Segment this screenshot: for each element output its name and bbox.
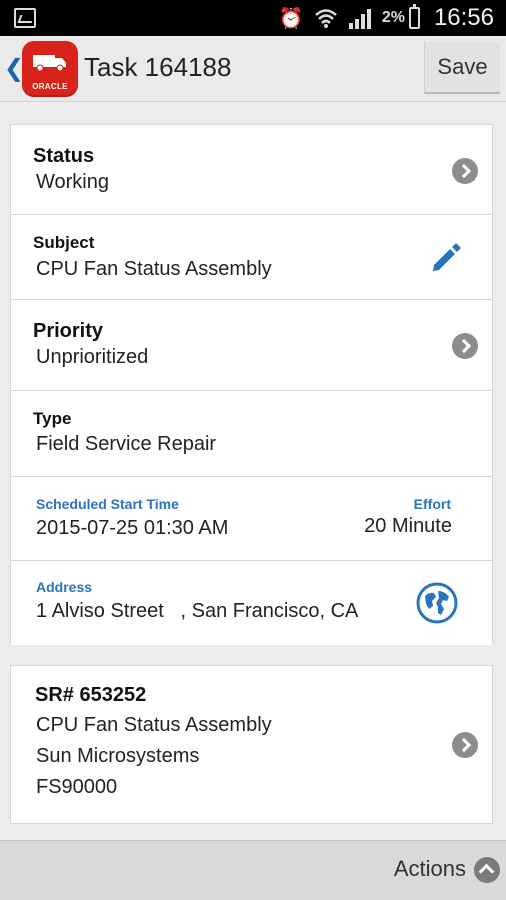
battery-percent: 2% bbox=[381, 9, 405, 26]
app-header: ❮ ORACLE Task 164188 Save bbox=[0, 36, 506, 102]
image-icon bbox=[14, 8, 36, 28]
oracle-app-logo[interactable]: ORACLE bbox=[22, 41, 78, 97]
chevron-right-icon[interactable] bbox=[452, 333, 478, 359]
globe-icon[interactable] bbox=[416, 582, 458, 624]
subject-label: Subject bbox=[33, 233, 95, 252]
priority-row[interactable]: Priority Unprioritized bbox=[11, 300, 492, 391]
chevron-right-icon[interactable] bbox=[452, 732, 478, 758]
address-row[interactable]: Address 1 Alviso Street , San Francisco,… bbox=[11, 561, 492, 645]
subject-row[interactable]: Subject CPU Fan Status Assembly bbox=[11, 215, 492, 300]
battery-icon bbox=[408, 4, 420, 29]
sr-subject: CPU Fan Status Assembly bbox=[36, 714, 272, 736]
status-label: Status bbox=[33, 145, 95, 167]
subject-value: CPU Fan Status Assembly bbox=[36, 258, 272, 280]
status-row[interactable]: Status Working bbox=[11, 125, 492, 215]
actions-label[interactable]: Actions bbox=[394, 856, 466, 882]
pencil-icon[interactable] bbox=[428, 241, 462, 275]
save-button[interactable]: Save bbox=[424, 42, 500, 94]
scheduled-start-value: 2015-07-25 01:30 AM bbox=[36, 517, 229, 539]
address-label: Address bbox=[36, 579, 93, 595]
priority-label: Priority bbox=[33, 320, 104, 342]
actions-bar[interactable]: Actions bbox=[0, 840, 506, 900]
chevron-right-icon[interactable] bbox=[452, 158, 478, 184]
status-bar: ⏰ 2% 16:56 bbox=[0, 0, 506, 36]
status-value: Working bbox=[36, 171, 109, 193]
sr-company: Sun Microsystems bbox=[36, 745, 200, 767]
address-value: 1 Alviso Street , San Francisco, CA bbox=[36, 600, 359, 622]
page-title: Task 164188 bbox=[84, 52, 232, 82]
service-request-card[interactable]: SR# 653252 CPU Fan Status Assembly Sun M… bbox=[10, 665, 493, 824]
task-details-card: Status Working Subject CPU Fan Status As… bbox=[10, 124, 493, 645]
logo-text: ORACLE bbox=[32, 82, 68, 91]
sr-number: SR# 653252 bbox=[35, 684, 147, 706]
signal-icon bbox=[348, 9, 371, 29]
schedule-row: Scheduled Start Time 2015-07-25 01:30 AM… bbox=[11, 477, 492, 561]
type-row: Type Field Service Repair bbox=[11, 391, 492, 477]
effort-label: Effort bbox=[413, 496, 451, 512]
alarm-icon: ⏰ bbox=[278, 6, 304, 30]
clock: 16:56 bbox=[433, 4, 494, 31]
effort-value: 20 Minute bbox=[364, 515, 452, 537]
scheduled-start-label: Scheduled Start Time bbox=[36, 496, 179, 512]
priority-value: Unprioritized bbox=[36, 346, 149, 368]
truck-icon bbox=[33, 55, 66, 71]
chevron-up-icon[interactable] bbox=[474, 857, 500, 883]
sr-code: FS90000 bbox=[36, 776, 118, 798]
wifi-icon bbox=[314, 9, 337, 28]
type-label: Type bbox=[33, 409, 72, 428]
type-value: Field Service Repair bbox=[36, 433, 217, 455]
